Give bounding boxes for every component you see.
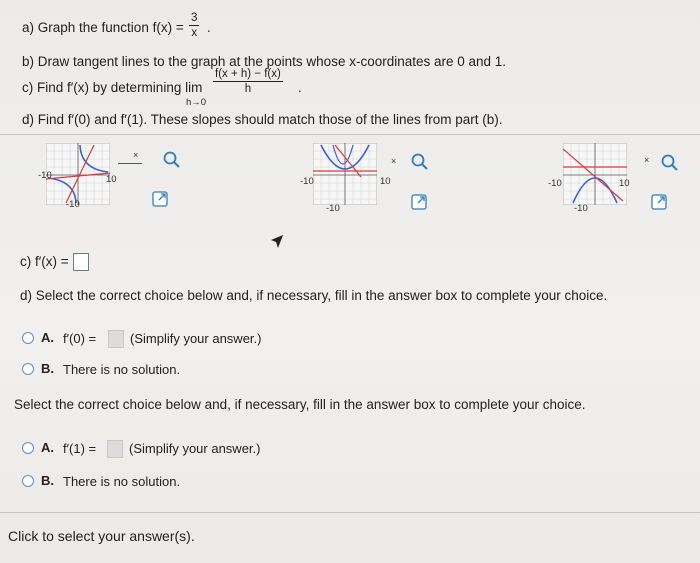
divider [0,134,700,135]
option-b-radio-2[interactable] [22,475,34,487]
graph-option-3[interactable] [563,143,627,205]
question-part-d: d) Find f′(0) and f′(1). These slopes sh… [22,112,503,127]
no-solution-text-1: There is no solution. [63,362,181,377]
graph-1-expand-icon[interactable] [151,190,171,208]
f-prime-1-input[interactable] [107,440,123,458]
option-a-letter-1: A. [41,330,54,345]
mouse-cursor-icon [270,234,284,255]
graph-1-plot [46,143,110,205]
answer-d-prompt-1: d) Select the correct choice below and, … [20,288,608,303]
part-a-fraction: 3 x [189,12,200,40]
limit-subscript: h→0 [186,97,207,108]
graph-1-axis-ext [118,163,142,164]
graph-2-zoom-icon[interactable] [410,152,430,172]
graph-3-expand-icon[interactable] [650,193,670,211]
graph-2-plot [313,143,377,205]
option-a-radio-1[interactable] [22,332,34,344]
graph-option-2[interactable] [313,143,377,205]
answer-d-prompt-2: Select the correct choice below and, if … [14,397,586,412]
graph-1-zoom-label: × [133,150,139,160]
footer-divider [0,512,700,513]
graph-3-left-tick: -10 [548,178,562,189]
graph-2-right-tick: 10 [380,176,391,187]
question-part-c: c) Find f′(x) by determining lim [22,80,203,95]
option-b-radio-1[interactable] [22,363,34,375]
no-solution-text-2: There is no solution. [63,474,181,489]
graph-3-zoom-icon[interactable] [660,153,680,173]
graph-2-expand-icon[interactable] [410,193,430,211]
graph-3-right-tick: 10 [619,178,630,189]
graph-3-zoom-label: × [644,155,650,165]
part-c-numerator: f(x + h) − f(x) [213,68,283,82]
graph-1-left-tick: -10 [38,170,52,181]
graph-1-right-tick: 10 [106,174,117,185]
question-part-a: a) Graph the function f(x) = [22,20,184,35]
f-prime-0-label: f′(0) = [63,331,97,346]
graph-3-plot [563,143,627,205]
f-prime-1-label: f′(1) = [63,441,97,456]
graph-1-bottom-tick: -10 [66,199,80,210]
f-prime-0-input[interactable] [108,330,124,348]
option-b-letter-2: B. [41,473,54,488]
part-a-denominator: x [191,27,198,39]
graph-1-zoom-icon[interactable] [162,150,182,170]
option-b-letter-1: B. [41,361,54,376]
option-a-radio-2[interactable] [22,442,34,454]
option-a-letter-2: A. [41,440,54,455]
graph-2-left-tick: -10 [300,176,314,187]
answer-c-input[interactable] [73,253,89,271]
simplify-hint-2: (Simplify your answer.) [129,441,261,456]
part-c-fraction: f(x + h) − f(x) h [213,68,283,96]
part-c-suffix: . [298,80,302,95]
question-part-b: b) Draw tangent lines to the graph at th… [22,54,507,69]
graph-2-bottom-tick: -10 [326,203,340,214]
simplify-hint-1: (Simplify your answer.) [130,331,262,346]
part-c-denominator: h [244,83,252,95]
graph-2-zoom-label: × [391,156,397,166]
footer-status: Click to select your answer(s). [8,528,195,544]
part-a-numerator: 3 [189,12,200,26]
part-a-text: a) Graph the function f(x) = [22,20,184,35]
graph-3-bottom-tick: -10 [574,203,588,214]
graph-option-1[interactable] [46,143,110,205]
part-a-suffix: . [207,20,211,35]
answer-c-label: c) f′(x) = [20,254,69,269]
homework-page: a) Graph the function f(x) = 3 x . b) Dr… [0,0,700,563]
